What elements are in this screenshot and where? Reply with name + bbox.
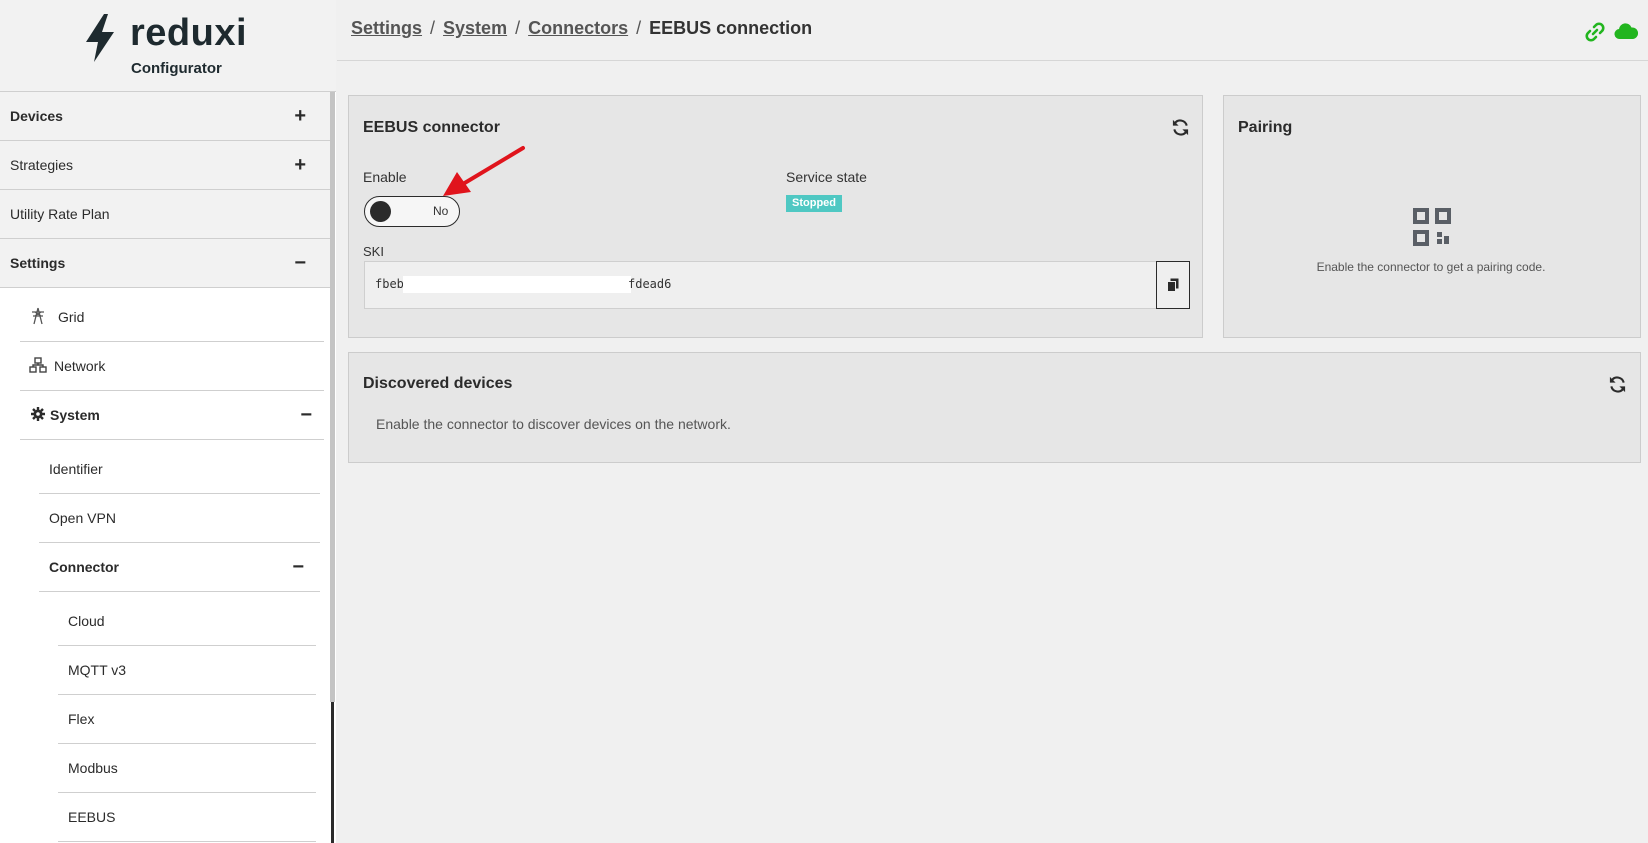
sidebar-item-label: Flex (68, 711, 95, 727)
scrollbar-thumb[interactable] (330, 92, 335, 702)
service-state-label: Service state (786, 169, 867, 185)
pairing-card: Pairing Enable the connector to get a pa… (1223, 95, 1641, 338)
sidebar-item-strategies[interactable]: Strategies + (0, 141, 330, 190)
logo-subtitle: Configurator (131, 60, 222, 77)
cloud-icon[interactable] (1614, 22, 1638, 40)
minus-icon[interactable]: − (300, 405, 312, 425)
breadcrumb: Settings / System / Connectors / EEBUS connect… (351, 18, 812, 39)
qr-code-icon (1413, 208, 1451, 246)
card-title: EEBUS connector (363, 119, 500, 136)
sidebar-item-label: Settings (10, 255, 66, 271)
ski-value-prefix: fbeb (375, 277, 404, 291)
sidebar-item-devices[interactable]: Devices + (0, 92, 330, 141)
sidebar-item-label: Identifier (49, 461, 103, 477)
copy-icon (1167, 278, 1179, 292)
sidebar-item-label: Modbus (68, 760, 118, 776)
ski-label: SKI (363, 244, 384, 259)
lightning-bolt-icon (86, 14, 114, 62)
sidebar-item-identifier[interactable]: Identifier (39, 445, 320, 494)
sidebar-item-label: MQTT v3 (68, 662, 127, 678)
status-badge: Stopped (786, 195, 842, 212)
sidebar-item-system[interactable]: System − (20, 391, 324, 440)
sidebar-item-label: Network (54, 358, 106, 374)
discovered-devices-card: Discovered devices Enable the connector … (348, 352, 1641, 463)
sidebar-item-cloud[interactable]: Cloud (58, 597, 316, 646)
toggle-value: No (433, 204, 449, 218)
breadcrumb-link-connectors[interactable]: Connectors (528, 18, 628, 38)
ski-field[interactable]: fbeb fdead6 (364, 261, 1190, 309)
breadcrumb-link-system[interactable]: System (443, 18, 507, 38)
minus-icon[interactable]: − (294, 253, 306, 273)
sidebar-item-label: Devices (10, 108, 63, 124)
enable-label: Enable (363, 169, 407, 185)
sidebar-item-label: Grid (58, 309, 85, 325)
refresh-icon[interactable] (1608, 375, 1627, 394)
link-icon[interactable] (1585, 22, 1605, 42)
sidebar-item-flex[interactable]: Flex (58, 695, 316, 744)
sidebar-item-mqtt-v3[interactable]: MQTT v3 (58, 646, 316, 695)
sidebar-item-settings[interactable]: Settings − (0, 239, 330, 288)
transmission-tower-icon (28, 307, 48, 328)
card-title: Pairing (1238, 119, 1293, 136)
sidebar-item-connector[interactable]: Connector − (39, 543, 320, 592)
plus-icon[interactable]: + (294, 155, 306, 175)
card-title: Discovered devices (363, 375, 513, 392)
sidebar-item-label: Connector (49, 559, 119, 575)
ski-value-suffix: fdead6 (628, 277, 672, 291)
refresh-icon[interactable] (1171, 118, 1190, 137)
toggle-knob (370, 201, 391, 222)
network-icon (28, 356, 48, 376)
pairing-message: Enable the connector to get a pairing co… (1316, 260, 1546, 274)
copy-button[interactable] (1156, 261, 1190, 309)
sidebar-item-label: Strategies (10, 157, 74, 173)
discovered-devices-message: Enable the connector to discover devices… (376, 416, 731, 432)
breadcrumb-separator: / (636, 18, 642, 38)
logo[interactable]: reduxi Configurator (0, 0, 336, 92)
breadcrumb-link-settings[interactable]: Settings (351, 18, 422, 38)
breadcrumb-separator: / (515, 18, 521, 38)
sidebar-item-grid[interactable]: Grid (20, 293, 324, 342)
red-arrow-annotation (443, 146, 525, 196)
breadcrumb-separator: / (430, 18, 436, 38)
sidebar-item-network[interactable]: Network (20, 342, 324, 391)
minus-icon[interactable]: − (292, 557, 304, 577)
gear-icon (28, 406, 48, 424)
logo-text: reduxi (130, 12, 248, 54)
sidebar-item-label: Open VPN (49, 510, 116, 526)
sidebar-item-label: EEBUS (68, 809, 116, 825)
page-title: EEBUS connection (649, 18, 813, 38)
sidebar-item-label: Utility Rate Plan (10, 206, 110, 222)
sidebar-item-eebus[interactable]: EEBUS (58, 793, 316, 842)
sidebar-item-utility-rate-plan[interactable]: Utility Rate Plan (0, 190, 330, 239)
sidebar-item-open-vpn[interactable]: Open VPN (39, 494, 320, 543)
ski-redaction (403, 276, 631, 293)
scrollbar-edge (331, 702, 334, 843)
sidebar-item-modbus[interactable]: Modbus (58, 744, 316, 793)
plus-icon[interactable]: + (294, 106, 306, 126)
header: Settings / System / Connectors / EEBUS connect… (337, 0, 1648, 61)
sidebar: reduxi Configurator Devices + Strategies… (0, 0, 336, 843)
sidebar-item-label: System (50, 407, 100, 423)
sidebar-item-label: Cloud (68, 613, 105, 629)
eebus-connector-card: EEBUS connector Enable No Service state … (348, 95, 1203, 338)
